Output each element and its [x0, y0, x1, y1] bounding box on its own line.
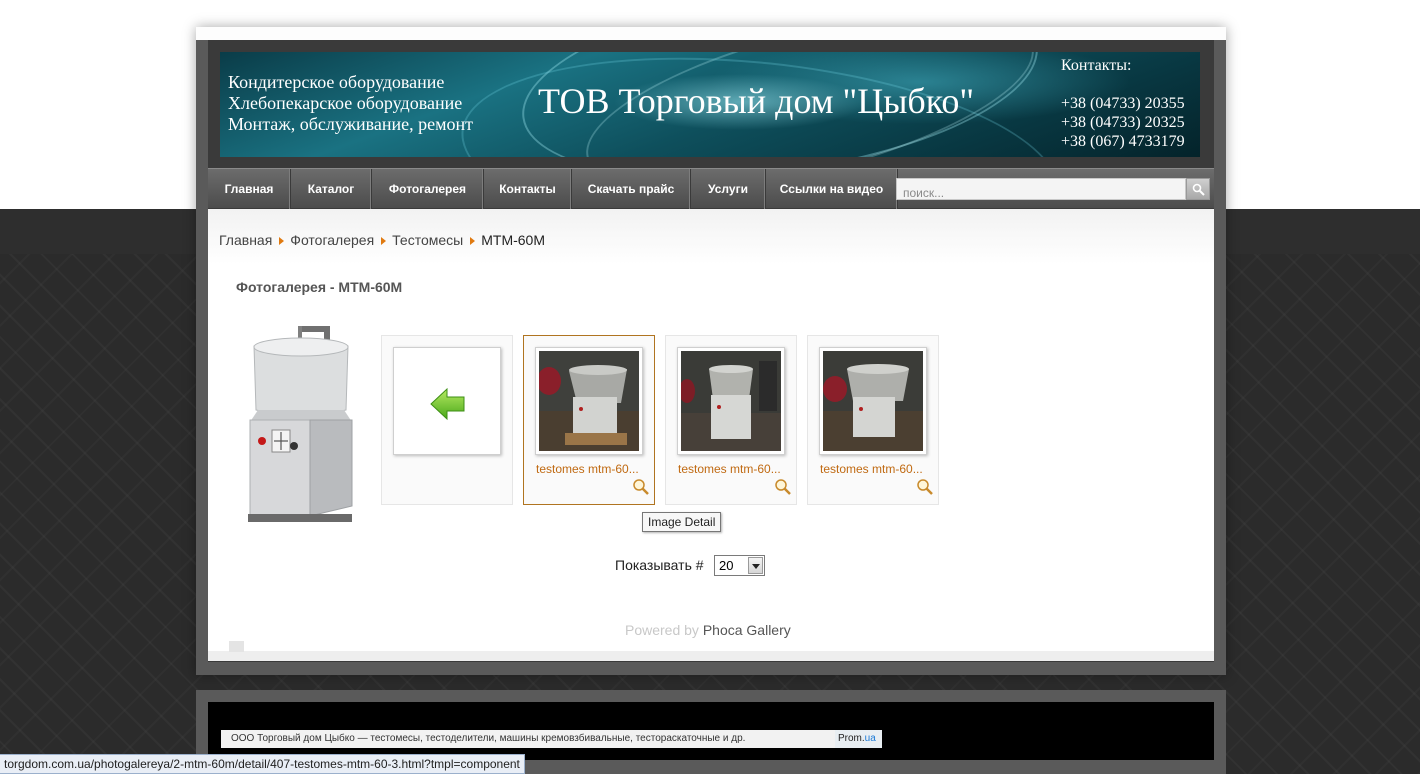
phone-number: +38 (04733) 20355: [1061, 95, 1185, 112]
breadcrumb-arrow-icon: [381, 236, 387, 245]
image-detail-tooltip: Image Detail: [642, 512, 722, 532]
thumb-caption[interactable]: testomes mtm-60...: [678, 462, 781, 476]
content-bottom-strip: [208, 651, 1214, 661]
powered-prefix: Powered by: [625, 622, 699, 638]
breadcrumb-arrow-icon: [279, 236, 285, 245]
gallery-thumb[interactable]: testomes mtm-60...: [523, 335, 655, 505]
thumb-frame: [819, 347, 927, 455]
magnifier-icon[interactable]: [916, 478, 934, 496]
items-per-page-select[interactable]: 20: [714, 555, 765, 576]
phone-number: +38 (067) 4733179: [1061, 133, 1185, 150]
gallery-back-item[interactable]: [381, 335, 513, 505]
prom-suffix: ua: [864, 733, 876, 744]
product-image: [248, 326, 353, 522]
powered-by: Powered by Phoca Gallery: [625, 622, 791, 638]
thumb-frame: [535, 347, 643, 455]
browser-status-bar: torgdom.com.ua/photogalereya/2-mtm-60m/d…: [0, 754, 525, 774]
gallery-thumb[interactable]: testomes mtm-60...: [665, 335, 797, 505]
search-icon: [1192, 183, 1205, 196]
pagination-label: Показывать #: [615, 557, 704, 573]
thumb-photo: [823, 351, 923, 451]
prom-link[interactable]: Prom.ua: [835, 730, 882, 748]
thumb-photo-drawing: [823, 351, 923, 451]
breadcrumb-category[interactable]: Тестомесы: [392, 232, 463, 248]
nav-item-catalog[interactable]: Каталог: [291, 169, 372, 209]
phone-number: +38 (04733) 20325: [1061, 114, 1185, 131]
nav-item-home[interactable]: Главная: [208, 169, 291, 209]
magnifier-icon[interactable]: [632, 478, 650, 496]
thumb-photo: [539, 351, 639, 451]
thumb-photo-drawing: [681, 351, 781, 451]
breadcrumb-arrow-icon: [470, 236, 476, 245]
search-input[interactable]: поиск...: [896, 178, 1186, 200]
prom-label: Prom.: [838, 733, 865, 744]
nav-item-videos[interactable]: Ссылки на видео: [766, 169, 898, 209]
breadcrumb-gallery[interactable]: Фотогалерея: [290, 232, 374, 248]
banner-services: Кондитерское оборудование Хлебопекарское…: [228, 72, 473, 135]
nav-item-contacts[interactable]: Контакты: [484, 169, 572, 209]
nav-item-services[interactable]: Услуги: [691, 169, 766, 209]
thumb-frame: [677, 347, 785, 455]
contacts-label: Контакты:: [1061, 57, 1132, 74]
header-banner: Кондитерское оборудование Хлебопекарское…: [220, 52, 1200, 157]
thumb-caption[interactable]: testomes mtm-60...: [536, 462, 639, 476]
gallery-thumb[interactable]: testomes mtm-60...: [807, 335, 939, 505]
banner-service-line: Хлебопекарское оборудование: [228, 93, 463, 113]
page-title: Фотогалерея - МТМ-60М: [236, 279, 403, 295]
content-corner: [229, 641, 244, 652]
powered-brand-link[interactable]: Phoca Gallery: [703, 622, 791, 638]
footer-text[interactable]: ООО Торговый дом Цыбко — тестомесы, тест…: [221, 730, 835, 748]
thumb-frame: [393, 347, 501, 455]
items-per-page-value: 20: [719, 558, 734, 573]
breadcrumb-current: МТМ-60М: [481, 232, 546, 248]
banner-contacts: Контакты: +38 (04733) 20355 +38 (04733) …: [1061, 56, 1185, 151]
thumb-photo: [681, 351, 781, 451]
frame-top-edge: [196, 27, 1226, 40]
back-arrow-icon: [430, 387, 465, 421]
breadcrumb: Главная Фотогалерея Тестомесы МТМ-60М: [219, 232, 545, 248]
chevron-down-icon[interactable]: [748, 557, 763, 574]
banner-service-line: Монтаж, обслуживание, ремонт: [228, 114, 474, 134]
magnifier-icon[interactable]: [774, 478, 792, 496]
thumb-caption[interactable]: testomes mtm-60...: [820, 462, 923, 476]
banner-service-line: Кондитерское оборудование: [228, 72, 445, 92]
nav-item-gallery[interactable]: Фотогалерея: [372, 169, 484, 209]
site-title: ТОВ Торговый дом "Цыбко": [538, 81, 975, 121]
search-button[interactable]: [1186, 178, 1210, 200]
thumb-photo-drawing: [539, 351, 639, 451]
breadcrumb-home[interactable]: Главная: [219, 232, 272, 248]
nav-item-price[interactable]: Скачать прайс: [572, 169, 691, 209]
